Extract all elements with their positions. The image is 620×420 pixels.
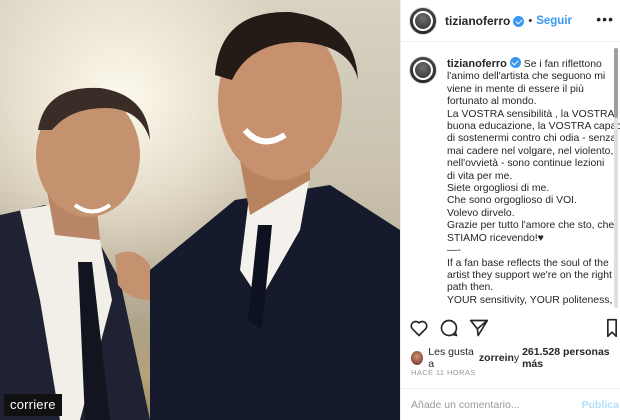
add-comment-bar: Publica <box>401 388 620 420</box>
separator-dot: • <box>528 14 533 27</box>
ellipsis-icon[interactable]: ••• <box>596 11 614 27</box>
caption-line: mai cadere nel volgare, nel violento, <box>447 145 614 157</box>
bookmark-icon[interactable] <box>605 318 619 338</box>
caption-line: fortunato al mondo. <box>447 96 537 108</box>
likes-prefix: Les gusta a <box>428 346 474 370</box>
caption-avatar[interactable] <box>409 56 437 84</box>
caption-area[interactable]: tizianoferro Se i fan riflettono l'animo… <box>401 42 620 314</box>
caption-line: La VOSTRA sensibilità , la VOSTRA <box>447 108 615 120</box>
action-bar <box>409 318 617 344</box>
share-icon[interactable] <box>469 318 489 338</box>
post-photo[interactable]: corriere <box>0 0 400 420</box>
likes-user[interactable]: zorrein <box>479 352 514 364</box>
caption-line: artist they support we're on the right <box>447 269 612 281</box>
scrollbar[interactable] <box>614 48 618 308</box>
caption-comment: tizianoferro Se i fan riflettono l'animo… <box>409 56 620 307</box>
likes-count[interactable]: 261.528 personas más <box>522 346 620 370</box>
likes-summary: Les gusta a zorrein y 261.528 personas m… <box>411 346 620 370</box>
caption-username[interactable]: tizianoferro <box>447 58 507 70</box>
likes-middle: y <box>513 352 520 364</box>
caption-body: tizianoferro Se i fan riflettono l'animo… <box>447 56 620 307</box>
caption-line: Se i fan riflettono <box>523 59 602 70</box>
caption-line: l'animo dell'artista che seguono mi <box>447 71 606 83</box>
caption-line: di vita per me. <box>447 170 513 182</box>
verified-badge-icon <box>513 16 525 27</box>
post-side-panel: tizianoferro • Seguir ••• tizianoferro S… <box>400 0 620 420</box>
caption-line: —- <box>447 245 461 257</box>
caption-line: Grazie per tutto l'amore che sto, che <box>447 220 615 232</box>
caption-line-first: tizianoferro Se i fan riflettono <box>447 56 613 71</box>
caption-line: Volevo dirvelo. <box>447 207 515 219</box>
publish-button[interactable]: Publica <box>582 399 619 411</box>
comment-icon[interactable] <box>439 318 459 338</box>
caption-line: Siete orgogliosi di me. <box>447 183 550 195</box>
caption-line: path then. <box>447 282 494 294</box>
avatar[interactable] <box>409 6 437 35</box>
post-header: tizianoferro • Seguir ••• <box>401 0 620 42</box>
caption-line: nell'ovvietà - sono continue lezioni <box>447 158 605 170</box>
caption-line: If a fan base reflects the soul of the <box>447 257 609 269</box>
follow-button[interactable]: Seguir <box>536 15 572 27</box>
post-timestamp[interactable]: HACE 11 HORAS <box>411 368 476 377</box>
caption-line: di sostenermi contro chi odia - senza <box>447 133 617 145</box>
caption-line: buona educazione, la VOSTRA capacità <box>447 121 620 133</box>
caption-line: YOUR sensitivity, YOUR politeness, <box>447 294 613 306</box>
caption-line: STIAMO ricevendo!♥ <box>447 232 544 244</box>
caption-line: viene in mente di essere il più <box>447 83 584 95</box>
heart-icon[interactable] <box>409 318 429 338</box>
comment-input[interactable] <box>411 398 581 411</box>
photo-figures <box>0 11 400 420</box>
caption-line: Che sono orgoglioso di VOI. <box>447 195 577 207</box>
watermark-logo: corriere <box>4 394 62 416</box>
liker-avatar[interactable] <box>411 351 424 365</box>
header-username[interactable]: tizianoferro <box>445 14 510 28</box>
verified-badge-icon <box>509 57 521 68</box>
